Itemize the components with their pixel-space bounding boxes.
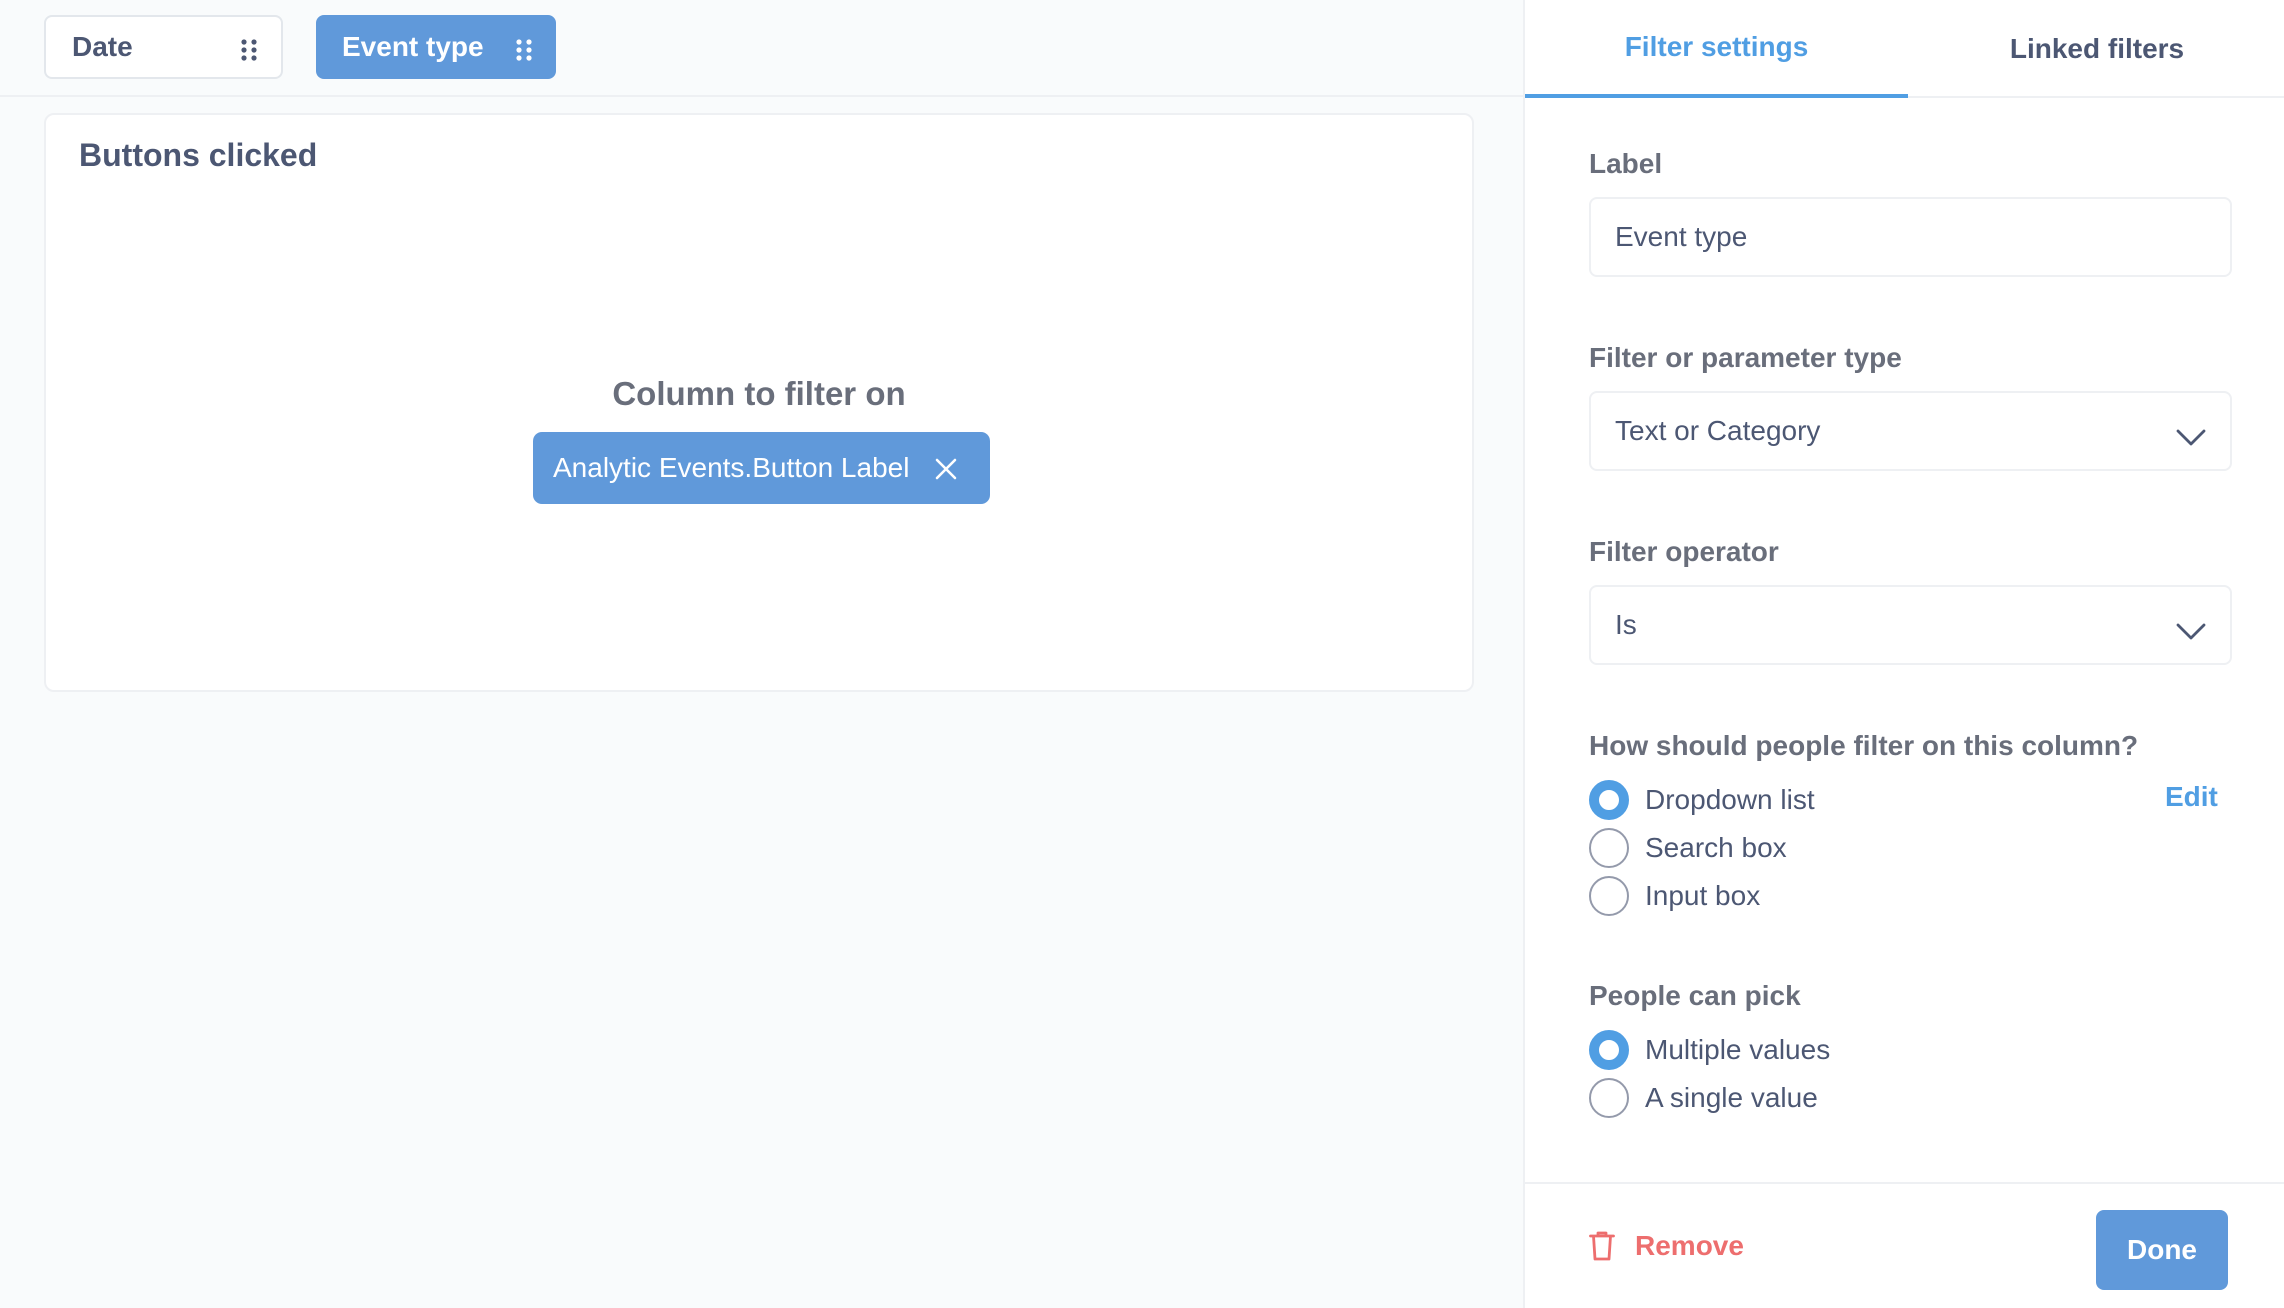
radio-button[interactable] [1589, 828, 1629, 868]
filter-bar: Date Event type [0, 0, 1523, 97]
dashboard-card: Buttons clicked Column to filter on Anal… [44, 113, 1474, 692]
edit-values-link[interactable]: Edit [2165, 781, 2218, 813]
grip-dots-icon[interactable] [241, 36, 257, 61]
column-to-filter-heading: Column to filter on [612, 375, 906, 412]
done-button[interactable]: Done [2096, 1210, 2228, 1290]
radio-input-box[interactable]: Input box [1589, 875, 1760, 917]
radio-button[interactable] [1589, 1078, 1629, 1118]
filter-operator-value: Is [1615, 609, 1637, 640]
operator-field-label: Filter operator [1589, 536, 1779, 567]
filter-chip-date[interactable]: Date [44, 15, 283, 79]
radio-button[interactable] [1589, 780, 1629, 820]
radio-button[interactable] [1589, 876, 1629, 916]
close-icon[interactable] [934, 456, 958, 480]
filter-type-value: Text or Category [1615, 415, 1821, 446]
radio-label: Search box [1645, 832, 1787, 863]
sidebar-footer: Remove Done [1525, 1182, 2284, 1308]
column-mapping-pill[interactable]: Analytic Events.Button Label [533, 432, 990, 504]
trash-icon [1589, 1231, 1615, 1261]
dashboard-area: Date Event type Buttons clicked Column t… [0, 0, 1523, 1308]
radio-label: A single value [1645, 1082, 1818, 1113]
radio-button[interactable] [1589, 1030, 1629, 1070]
tab-filter-settings[interactable]: Filter settings [1525, 0, 1908, 98]
column-mapping-label: Analytic Events.Button Label [553, 452, 910, 483]
filter-sidebar: Filter settings Linked filters Label Fil… [1523, 0, 2284, 1308]
radio-label: Dropdown list [1645, 784, 1815, 815]
filter-type-select[interactable]: Text or Category [1589, 391, 2232, 471]
pick-mode-label: People can pick [1589, 980, 1801, 1011]
tab-linked-filters[interactable]: Linked filters [1908, 0, 2284, 98]
type-field-label: Filter or parameter type [1589, 342, 1902, 373]
filter-chip-event-type[interactable]: Event type [316, 15, 556, 79]
radio-single-value[interactable]: A single value [1589, 1077, 1818, 1119]
radio-label: Multiple values [1645, 1034, 1831, 1065]
chevron-down-icon [2176, 616, 2206, 640]
label-input[interactable] [1589, 197, 2232, 277]
radio-search-box[interactable]: Search box [1589, 827, 1787, 869]
filter-chip-label: Date [72, 31, 133, 62]
remove-label: Remove [1635, 1230, 1744, 1261]
card-title: Buttons clicked [79, 137, 318, 173]
radio-dropdown-list[interactable]: Dropdown list [1589, 779, 1815, 821]
chevron-down-icon [2176, 422, 2206, 446]
radio-multiple-values[interactable]: Multiple values [1589, 1029, 1830, 1071]
filter-mode-label: How should people filter on this column? [1589, 730, 2139, 761]
label-field-label: Label [1589, 148, 1663, 179]
remove-button[interactable]: Remove [1589, 1230, 1744, 1262]
sidebar-tabs: Filter settings Linked filters [1525, 0, 2284, 98]
grip-dots-icon[interactable] [516, 36, 532, 61]
filter-operator-select[interactable]: Is [1589, 585, 2232, 665]
radio-label: Input box [1645, 880, 1761, 911]
filter-chip-label: Event type [342, 31, 484, 62]
